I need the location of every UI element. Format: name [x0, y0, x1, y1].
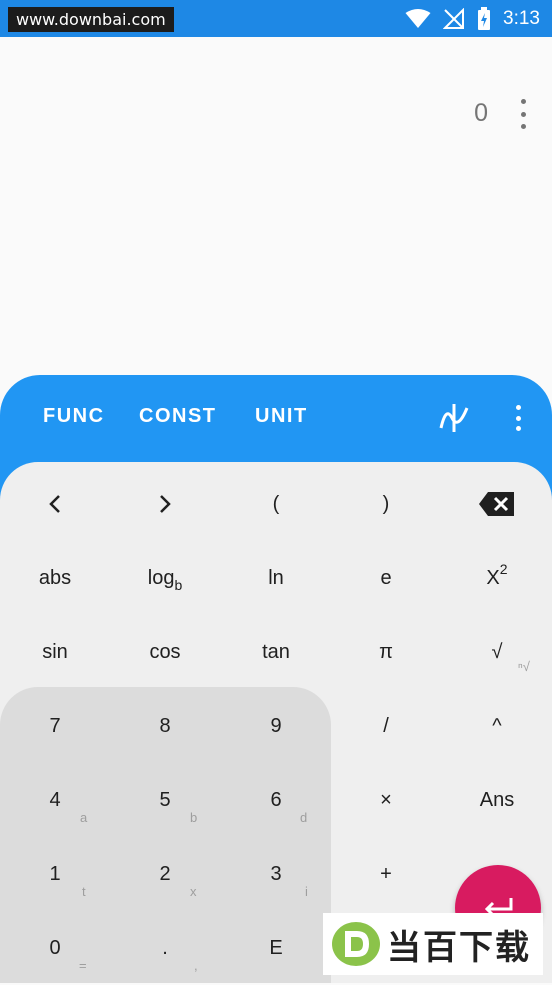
- divide-button[interactable]: /: [331, 689, 441, 763]
- no-signal-icon: [443, 7, 465, 29]
- close-paren-button[interactable]: ): [331, 467, 441, 541]
- digit-5-label: 5: [159, 788, 171, 811]
- tab-func[interactable]: FUNC: [43, 405, 105, 428]
- digit-7-button[interactable]: 7: [0, 689, 110, 763]
- result-display: 0: [0, 37, 552, 377]
- square-label: X: [486, 566, 500, 589]
- square-button[interactable]: X2: [442, 541, 552, 615]
- digit-6-button[interactable]: 6 d: [221, 763, 331, 837]
- chevron-right-icon: [160, 495, 171, 513]
- sqrt-label: √: [491, 640, 503, 663]
- panel-overflow-menu-icon[interactable]: [513, 405, 523, 431]
- digit-2-label: 2: [159, 862, 171, 885]
- clock: 3:13: [503, 7, 540, 29]
- ans-button[interactable]: Ans: [442, 763, 552, 837]
- multiply-button[interactable]: ×: [331, 763, 441, 837]
- watermark-url: www.downbai.com: [8, 7, 174, 32]
- decimal-hint: ,: [194, 958, 198, 973]
- plus-button[interactable]: +: [331, 837, 441, 911]
- digit-3-label: 3: [270, 862, 282, 885]
- graph-icon[interactable]: [438, 402, 470, 434]
- decimal-button[interactable]: . ,: [110, 911, 220, 985]
- ln-button[interactable]: ln: [221, 541, 331, 615]
- watermark-logo: 当百下载: [323, 913, 543, 975]
- log-label: log: [147, 566, 175, 589]
- open-paren-button[interactable]: (: [221, 467, 331, 541]
- tab-bar: FUNC CONST UNIT: [0, 375, 552, 461]
- status-bar: www.downbai.com 3:13: [0, 0, 552, 37]
- pi-button[interactable]: π: [331, 615, 441, 689]
- digit-6-hint: d: [300, 810, 308, 825]
- tab-const[interactable]: CONST: [139, 405, 217, 428]
- digit-1-button[interactable]: 1 t: [0, 837, 110, 911]
- cos-button[interactable]: cos: [110, 615, 220, 689]
- digit-0-button[interactable]: 0 =: [0, 911, 110, 985]
- digit-2-button[interactable]: 2 x: [110, 837, 220, 911]
- digit-4-label: 4: [49, 788, 61, 811]
- power-button[interactable]: ^: [442, 689, 552, 763]
- digit-9-button[interactable]: 9: [221, 689, 331, 763]
- exponent-button[interactable]: E: [221, 911, 331, 985]
- log-base-button[interactable]: log b: [110, 541, 220, 615]
- digit-0-hint: =: [79, 958, 87, 973]
- digit-1-label: 1: [49, 862, 61, 885]
- digit-4-button[interactable]: 4 a: [0, 763, 110, 837]
- watermark-logo-text: 当百下载: [387, 927, 531, 968]
- cursor-right-button[interactable]: [110, 467, 220, 541]
- decimal-label: .: [162, 936, 168, 959]
- digit-2-hint: x: [190, 884, 197, 899]
- display-overflow-menu-icon[interactable]: [518, 99, 528, 129]
- display-value: 0: [474, 99, 488, 127]
- square-superscript: 2: [499, 561, 508, 577]
- tan-button[interactable]: tan: [221, 615, 331, 689]
- cursor-left-button[interactable]: [0, 467, 110, 541]
- wifi-icon: [405, 8, 431, 28]
- abs-button[interactable]: abs: [0, 541, 110, 615]
- chevron-left-icon: [49, 495, 60, 513]
- battery-charging-icon: [478, 6, 491, 30]
- digit-0-label: 0: [49, 936, 61, 959]
- sin-button[interactable]: sin: [0, 615, 110, 689]
- digit-5-button[interactable]: 5 b: [110, 763, 220, 837]
- nth-root-hint: ⁿ√: [518, 659, 530, 674]
- digit-4-hint: a: [80, 810, 88, 825]
- log-base-subscript: b: [174, 577, 183, 593]
- digit-3-button[interactable]: 3 i: [221, 837, 331, 911]
- digit-1-hint: t: [82, 884, 86, 899]
- tab-unit[interactable]: UNIT: [255, 405, 308, 428]
- status-icons: 3:13: [405, 0, 540, 37]
- digit-5-hint: b: [190, 810, 198, 825]
- euler-button[interactable]: e: [331, 541, 441, 615]
- logo-d-icon: [332, 922, 380, 966]
- digit-8-button[interactable]: 8: [110, 689, 220, 763]
- digit-6-label: 6: [270, 788, 282, 811]
- backspace-button[interactable]: [442, 467, 552, 541]
- digit-3-hint: i: [305, 884, 308, 899]
- backspace-icon: [479, 492, 514, 516]
- sqrt-button[interactable]: √ ⁿ√: [442, 615, 552, 689]
